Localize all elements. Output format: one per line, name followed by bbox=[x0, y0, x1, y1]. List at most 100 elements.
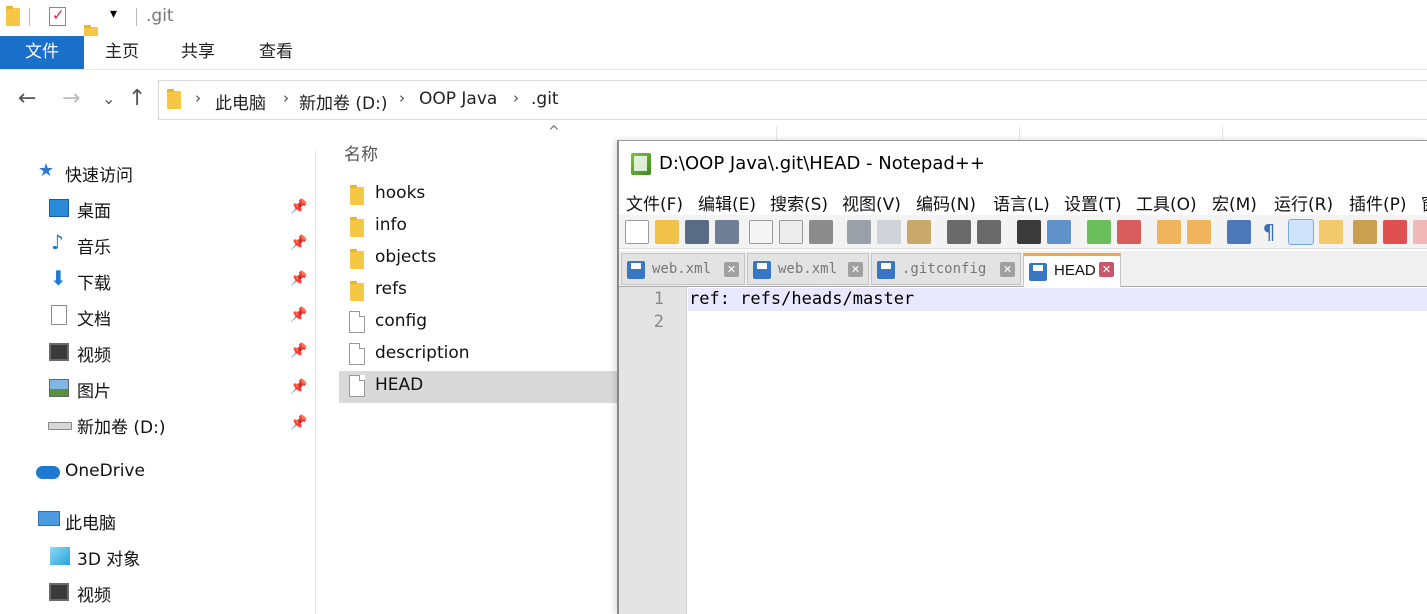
close-icon[interactable] bbox=[749, 220, 773, 244]
pin-icon[interactable]: 📌 bbox=[290, 307, 307, 323]
breadcrumb-separator[interactable]: › bbox=[195, 89, 201, 107]
pin-icon[interactable]: 📌 bbox=[290, 235, 307, 251]
menu-window[interactable]: 窗 bbox=[1421, 190, 1427, 215]
zoom-out-icon[interactable] bbox=[1117, 220, 1141, 244]
breadcrumb-oop-java[interactable]: OOP Java bbox=[419, 89, 497, 109]
tab-web-xml-2[interactable]: web.xml ✕ bbox=[747, 253, 869, 285]
tab-web-xml-1[interactable]: web.xml ✕ bbox=[621, 253, 745, 285]
menu-run[interactable]: 运行(R) bbox=[1274, 190, 1333, 215]
open-file-icon[interactable] bbox=[655, 220, 679, 244]
sidebar-item-videos[interactable]: 视频 📌 bbox=[0, 338, 316, 368]
breadcrumb-separator[interactable]: › bbox=[399, 89, 405, 107]
new-file-icon[interactable] bbox=[625, 220, 649, 244]
sidebar-item-videos-pc[interactable]: 视频 bbox=[0, 578, 316, 608]
sync-horizontal-icon[interactable] bbox=[1187, 220, 1211, 244]
file-row[interactable]: description bbox=[339, 339, 622, 371]
address-bar[interactable]: › 此电脑 › 新加卷 (D:) › OOP Java › .git bbox=[158, 80, 1427, 120]
sidebar-item-desktop[interactable]: 桌面 📌 bbox=[0, 194, 316, 224]
menu-view[interactable]: 视图(V) bbox=[842, 190, 901, 215]
file-name: refs bbox=[375, 279, 407, 299]
code-line[interactable]: ref: refs/heads/master bbox=[689, 289, 914, 309]
properties-check-icon[interactable] bbox=[49, 6, 66, 26]
sidebar-item-this-pc[interactable]: 此电脑 bbox=[36, 506, 316, 536]
word-wrap-icon[interactable] bbox=[1227, 220, 1251, 244]
breadcrumb-this-pc[interactable]: 此电脑 bbox=[215, 89, 266, 114]
breadcrumb-git[interactable]: .git bbox=[531, 89, 559, 109]
file-row[interactable]: hooks bbox=[339, 179, 622, 211]
file-row[interactable]: objects bbox=[339, 243, 622, 275]
file-row[interactable]: info bbox=[339, 211, 622, 243]
pin-icon[interactable]: 📌 bbox=[290, 379, 307, 395]
tab-file[interactable]: 文件 bbox=[0, 36, 84, 69]
pin-icon[interactable]: 📌 bbox=[290, 199, 307, 215]
notepad-logo-icon bbox=[631, 153, 651, 175]
notepad-title-bar[interactable]: D:\OOP Java\.git\HEAD - Notepad++ bbox=[619, 141, 1427, 187]
sidebar-item-3d-objects[interactable]: 3D 对象 bbox=[0, 542, 316, 572]
menu-plugins[interactable]: 插件(P) bbox=[1349, 190, 1407, 215]
file-row-selected[interactable]: HEAD bbox=[339, 371, 622, 403]
up-arrow-icon[interactable]: ↑ bbox=[128, 86, 146, 111]
document-icon bbox=[51, 305, 67, 325]
menu-tools[interactable]: 工具(O) bbox=[1136, 190, 1197, 215]
pin-icon[interactable]: 📌 bbox=[290, 415, 307, 431]
menu-encoding[interactable]: 编码(N) bbox=[916, 190, 976, 215]
code-editor[interactable]: 1 2 ref: refs/heads/master bbox=[619, 287, 1427, 614]
close-all-icon[interactable] bbox=[779, 220, 803, 244]
sidebar-item-drive-d[interactable]: 新加卷 (D:) 📌 bbox=[0, 410, 316, 440]
close-tab-icon[interactable]: ✕ bbox=[1099, 262, 1114, 277]
breadcrumb-drive-d[interactable]: 新加卷 (D:) bbox=[299, 89, 388, 114]
sidebar-item-onedrive[interactable]: OneDrive bbox=[34, 458, 314, 488]
menu-file[interactable]: 文件(F) bbox=[626, 190, 683, 215]
file-row[interactable]: refs bbox=[339, 275, 622, 307]
language-icon[interactable] bbox=[1319, 220, 1343, 244]
cut-icon[interactable] bbox=[847, 220, 871, 244]
close-tab-icon[interactable]: ✕ bbox=[1000, 262, 1015, 277]
macro-record-icon[interactable] bbox=[1413, 220, 1427, 244]
menu-macro[interactable]: 宏(M) bbox=[1212, 190, 1257, 215]
tab-home[interactable]: 主页 bbox=[92, 36, 152, 69]
show-all-chars-icon[interactable]: ¶ bbox=[1257, 220, 1281, 244]
undo-icon[interactable] bbox=[947, 220, 971, 244]
close-tab-icon[interactable]: ✕ bbox=[724, 262, 739, 277]
paste-icon[interactable] bbox=[907, 220, 931, 244]
close-tab-icon[interactable]: ✕ bbox=[848, 262, 863, 277]
indent-guide-icon[interactable] bbox=[1288, 219, 1314, 245]
function-list-icon[interactable] bbox=[1383, 220, 1407, 244]
print-icon[interactable] bbox=[809, 220, 833, 244]
sidebar-item-downloads[interactable]: ⬇ 下载 📌 bbox=[0, 266, 316, 296]
sidebar-item-music[interactable]: ♪ 音乐 📌 bbox=[0, 230, 316, 260]
zoom-in-icon[interactable] bbox=[1087, 220, 1111, 244]
sidebar-item-quick-access[interactable]: ★ 快速访问 bbox=[38, 158, 308, 188]
doc-map-icon[interactable] bbox=[1353, 220, 1377, 244]
forward-arrow-icon[interactable]: → bbox=[62, 86, 80, 111]
menu-edit[interactable]: 编辑(E) bbox=[698, 190, 756, 215]
file-row[interactable]: config bbox=[339, 307, 622, 339]
sync-vertical-icon[interactable] bbox=[1157, 220, 1181, 244]
menu-language[interactable]: 语言(L) bbox=[993, 190, 1050, 215]
column-header-name[interactable]: 名称 bbox=[344, 140, 378, 165]
pin-icon[interactable]: 📌 bbox=[290, 271, 307, 287]
notepad-plus-plus-window[interactable]: D:\OOP Java\.git\HEAD - Notepad++ 文件(F) … bbox=[617, 140, 1427, 614]
tab-head[interactable]: HEAD ✕ bbox=[1023, 253, 1121, 287]
breadcrumb-separator[interactable]: › bbox=[513, 89, 519, 107]
tab-share[interactable]: 共享 bbox=[168, 36, 228, 69]
pin-icon[interactable]: 📌 bbox=[290, 343, 307, 359]
menu-search[interactable]: 搜索(S) bbox=[770, 190, 828, 215]
back-arrow-icon[interactable]: ← bbox=[18, 86, 36, 111]
menu-settings[interactable]: 设置(T) bbox=[1064, 190, 1122, 215]
save-icon[interactable] bbox=[685, 220, 709, 244]
redo-icon[interactable] bbox=[977, 220, 1001, 244]
replace-icon[interactable] bbox=[1047, 220, 1071, 244]
save-all-icon[interactable] bbox=[715, 220, 739, 244]
sidebar-item-documents[interactable]: 文档 📌 bbox=[0, 302, 316, 332]
sidebar-item-pictures[interactable]: 图片 📌 bbox=[0, 374, 316, 404]
recent-locations-chevron-icon[interactable]: ⌄ bbox=[102, 89, 115, 108]
breadcrumb-separator[interactable]: › bbox=[283, 89, 289, 107]
tab-gitconfig[interactable]: .gitconfig ✕ bbox=[871, 253, 1021, 285]
chevron-down-icon[interactable]: ▾ bbox=[110, 6, 117, 22]
sort-ascending-icon[interactable]: ^ bbox=[548, 124, 560, 140]
folder-icon bbox=[350, 281, 364, 301]
copy-icon[interactable] bbox=[877, 220, 901, 244]
find-icon[interactable] bbox=[1017, 220, 1041, 244]
tab-view[interactable]: 查看 bbox=[246, 36, 306, 69]
